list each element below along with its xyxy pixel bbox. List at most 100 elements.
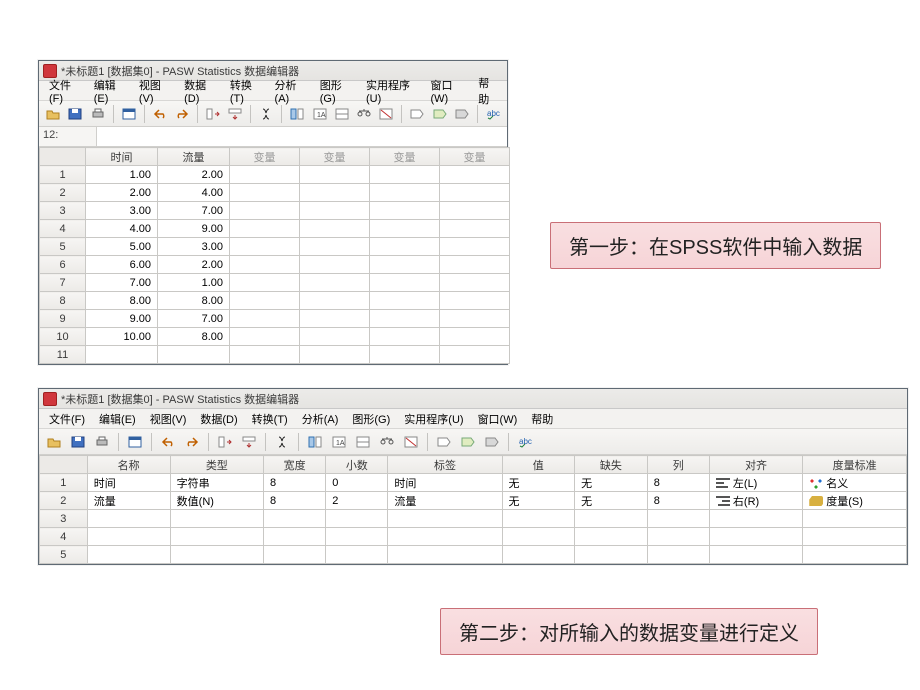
cell-empty[interactable] bbox=[440, 346, 510, 364]
cell[interactable] bbox=[86, 346, 158, 364]
cell-empty[interactable] bbox=[87, 510, 170, 528]
cell[interactable]: 4.00 bbox=[158, 184, 230, 202]
row-header[interactable]: 3 bbox=[40, 202, 86, 220]
cell-empty[interactable] bbox=[87, 546, 170, 564]
cell-empty[interactable] bbox=[263, 510, 325, 528]
cell-empty[interactable] bbox=[326, 510, 388, 528]
col-header[interactable]: 宽度 bbox=[263, 456, 325, 474]
row-header[interactable]: 4 bbox=[40, 220, 86, 238]
cell-empty[interactable] bbox=[803, 546, 907, 564]
cell-empty[interactable] bbox=[230, 220, 300, 238]
cell-empty[interactable] bbox=[803, 510, 907, 528]
cell[interactable]: 7.00 bbox=[158, 202, 230, 220]
cell-empty[interactable] bbox=[370, 346, 440, 364]
col-header[interactable]: 类型 bbox=[170, 456, 263, 474]
cell-label[interactable]: 流量 bbox=[388, 492, 502, 510]
cell-empty[interactable] bbox=[300, 274, 370, 292]
cell[interactable]: 3.00 bbox=[158, 238, 230, 256]
cell-columns[interactable]: 8 bbox=[647, 474, 709, 492]
menu-transform[interactable]: 转换(T) bbox=[224, 76, 267, 106]
open-icon[interactable] bbox=[43, 432, 65, 452]
use-sets-icon[interactable] bbox=[457, 432, 479, 452]
row-header[interactable]: 4 bbox=[40, 528, 88, 546]
menu-view[interactable]: 视图(V) bbox=[133, 76, 176, 106]
cell-empty[interactable] bbox=[647, 528, 709, 546]
cell-empty[interactable] bbox=[300, 292, 370, 310]
cell[interactable]: 2.00 bbox=[86, 184, 158, 202]
menu-edit[interactable]: 编辑(E) bbox=[93, 410, 142, 428]
cell-align[interactable]: 左(L) bbox=[709, 474, 802, 492]
cell-empty[interactable] bbox=[230, 292, 300, 310]
grid-corner[interactable] bbox=[40, 456, 88, 474]
col-header-empty[interactable]: 变量 bbox=[440, 148, 510, 166]
cell[interactable]: 6.00 bbox=[86, 256, 158, 274]
cell[interactable]: 8.00 bbox=[158, 328, 230, 346]
cell-empty[interactable] bbox=[230, 202, 300, 220]
cell-empty[interactable] bbox=[300, 310, 370, 328]
show-labels-icon[interactable] bbox=[433, 432, 455, 452]
row-header[interactable]: 8 bbox=[40, 292, 86, 310]
cell-empty[interactable] bbox=[575, 510, 648, 528]
print-icon[interactable] bbox=[87, 104, 107, 124]
cell-empty[interactable] bbox=[326, 528, 388, 546]
cell-empty[interactable] bbox=[647, 510, 709, 528]
menu-edit[interactable]: 编辑(E) bbox=[88, 76, 131, 106]
cell-decimals[interactable]: 0 bbox=[326, 474, 388, 492]
cell-name[interactable]: 流量 bbox=[87, 492, 170, 510]
menu-utilities[interactable]: 实用程序(U) bbox=[398, 410, 469, 428]
cell-empty[interactable] bbox=[170, 528, 263, 546]
row-header[interactable]: 1 bbox=[40, 474, 88, 492]
row-header[interactable]: 5 bbox=[40, 238, 86, 256]
split-file-icon[interactable] bbox=[352, 432, 374, 452]
cell-empty[interactable] bbox=[440, 256, 510, 274]
cell-empty[interactable] bbox=[803, 528, 907, 546]
cell-name[interactable]: 时间 bbox=[87, 474, 170, 492]
cell-empty[interactable] bbox=[230, 166, 300, 184]
cell-empty[interactable] bbox=[709, 528, 802, 546]
print-icon[interactable] bbox=[91, 432, 113, 452]
menu-analyze[interactable]: 分析(A) bbox=[296, 410, 345, 428]
cell[interactable]: 2.00 bbox=[158, 256, 230, 274]
cell-empty[interactable] bbox=[300, 346, 370, 364]
cell-empty[interactable] bbox=[230, 184, 300, 202]
menu-data[interactable]: 数据(D) bbox=[178, 76, 222, 106]
cell-values[interactable]: 无 bbox=[502, 492, 575, 510]
cell-missing[interactable]: 无 bbox=[575, 474, 648, 492]
cell[interactable]: 8.00 bbox=[158, 292, 230, 310]
cell-empty[interactable] bbox=[388, 528, 502, 546]
cell-empty[interactable] bbox=[502, 510, 575, 528]
cell-empty[interactable] bbox=[709, 510, 802, 528]
redo-icon[interactable] bbox=[172, 104, 192, 124]
col-header[interactable]: 名称 bbox=[87, 456, 170, 474]
undo-icon[interactable] bbox=[157, 432, 179, 452]
cell-align[interactable]: 右(R) bbox=[709, 492, 802, 510]
cell[interactable]: 10.00 bbox=[86, 328, 158, 346]
cell-empty[interactable] bbox=[575, 528, 648, 546]
data-grid[interactable]: 时间 流量 变量 变量 变量 变量 11.002.0022.004.0033.0… bbox=[39, 147, 510, 364]
cell[interactable]: 7.00 bbox=[158, 310, 230, 328]
cell-values[interactable]: 无 bbox=[502, 474, 575, 492]
row-header[interactable]: 3 bbox=[40, 510, 88, 528]
cell-width[interactable]: 8 bbox=[263, 492, 325, 510]
cell-empty[interactable] bbox=[300, 220, 370, 238]
row-header[interactable]: 9 bbox=[40, 310, 86, 328]
cell[interactable]: 8.00 bbox=[86, 292, 158, 310]
cell-empty[interactable] bbox=[230, 238, 300, 256]
dialog-recall-icon[interactable] bbox=[124, 432, 146, 452]
menu-help[interactable]: 帮助 bbox=[525, 410, 559, 428]
cell-empty[interactable] bbox=[170, 546, 263, 564]
cell-empty[interactable] bbox=[370, 202, 440, 220]
cell-empty[interactable] bbox=[647, 546, 709, 564]
col-header-empty[interactable]: 变量 bbox=[230, 148, 300, 166]
dialog-recall-icon[interactable] bbox=[119, 104, 139, 124]
cell[interactable]: 4.00 bbox=[86, 220, 158, 238]
col-header-empty[interactable]: 变量 bbox=[300, 148, 370, 166]
spellcheck-icon[interactable]: abc bbox=[514, 432, 536, 452]
col-header[interactable]: 度量标准 bbox=[803, 456, 907, 474]
menu-view[interactable]: 视图(V) bbox=[144, 410, 193, 428]
cell-empty[interactable] bbox=[300, 184, 370, 202]
cell-type[interactable]: 字符串 bbox=[170, 474, 263, 492]
row-header[interactable]: 1 bbox=[40, 166, 86, 184]
cell-empty[interactable] bbox=[388, 546, 502, 564]
show-all-icon[interactable] bbox=[481, 432, 503, 452]
